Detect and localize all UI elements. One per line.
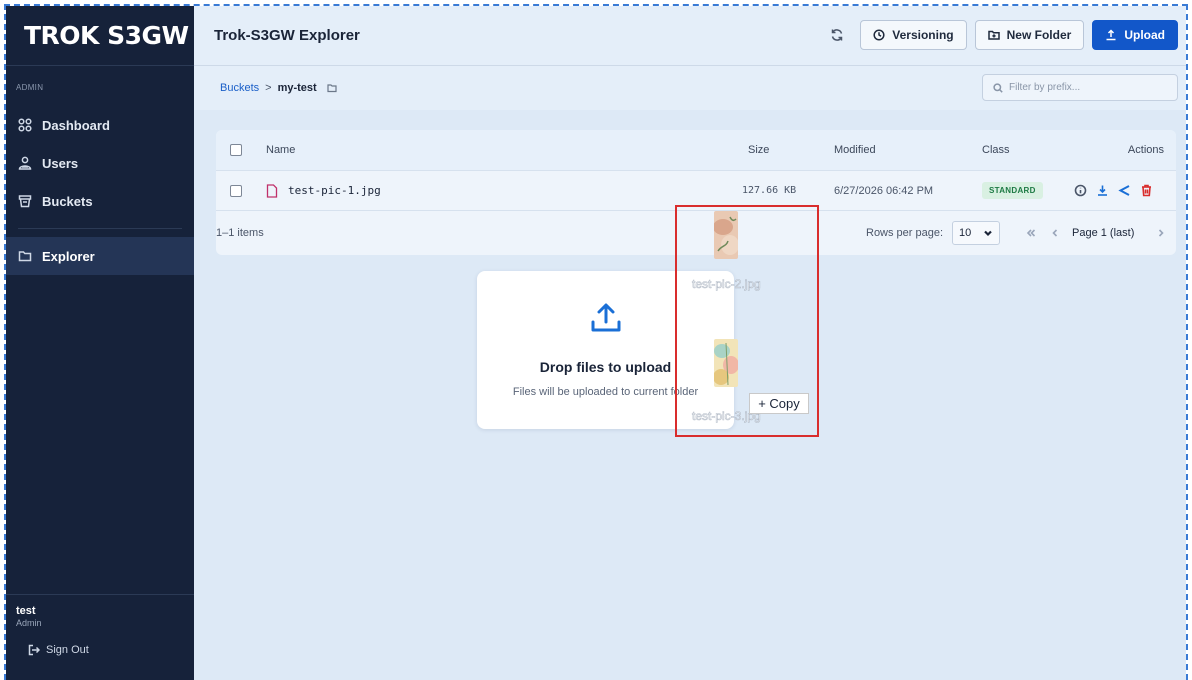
refresh-icon xyxy=(832,29,843,41)
toolbar: Versioning New Folder Upload xyxy=(822,20,1178,50)
sidebar-item-dashboard[interactable]: Dashboard xyxy=(6,106,194,144)
info-icon[interactable] xyxy=(1074,184,1087,197)
upload-button[interactable]: Upload xyxy=(1092,20,1178,50)
dragged-file-thumbnail xyxy=(714,211,738,259)
sign-out-label: Sign Out xyxy=(46,644,89,656)
sidebar-item-label: Explorer xyxy=(42,248,95,264)
copy-drop-indicator: + Copy xyxy=(749,393,809,414)
sidebar-section-label: ADMIN xyxy=(16,83,44,92)
upload-label: Upload xyxy=(1124,28,1165,42)
dragged-file-thumbnail xyxy=(714,339,738,387)
new-folder-label: New Folder xyxy=(1006,28,1072,42)
sidebar-item-label: Dashboard xyxy=(42,117,110,133)
column-actions: Actions xyxy=(1127,144,1164,156)
search-icon xyxy=(993,82,1003,93)
select-all-checkbox[interactable] xyxy=(230,144,242,156)
sidebar-item-label: Users xyxy=(42,155,79,171)
upload-icon xyxy=(591,303,621,332)
brand-logo: TROK S3GW xyxy=(6,6,194,66)
breadcrumb: Buckets > my-test Filter by prefix... xyxy=(194,66,1186,110)
versioning-button[interactable]: Versioning xyxy=(860,20,967,50)
sidebar-item-buckets[interactable]: Buckets xyxy=(6,182,194,220)
upload-icon xyxy=(1106,29,1116,41)
rows-per-page-select[interactable]: 10 xyxy=(952,221,1001,245)
breadcrumb-separator: > xyxy=(265,82,272,94)
sidebar: TROK S3GW ADMIN Dashboard Users Buckets … xyxy=(6,6,194,680)
refresh-button[interactable] xyxy=(822,20,852,50)
user-role: Admin xyxy=(16,618,42,628)
storage-class-badge: STANDARD xyxy=(982,182,1043,199)
new-folder-button[interactable]: New Folder xyxy=(974,20,1085,50)
folder-icon xyxy=(18,251,32,262)
filter-placeholder: Filter by prefix... xyxy=(1009,82,1081,93)
clock-icon xyxy=(873,29,885,41)
column-size[interactable]: Size xyxy=(748,130,769,170)
column-modified[interactable]: Modified xyxy=(834,130,876,170)
column-name[interactable]: Name xyxy=(266,130,295,170)
folder-plus-icon xyxy=(987,30,1000,40)
rows-per-page-label: Rows per page: xyxy=(866,227,944,239)
folder-icon[interactable] xyxy=(327,83,337,93)
filter-input[interactable]: Filter by prefix... xyxy=(982,74,1178,101)
sidebar-item-users[interactable]: Users xyxy=(6,144,194,182)
breadcrumb-current: my-test xyxy=(277,82,317,94)
rows-per-page-value: 10 xyxy=(959,227,972,239)
versioning-label: Versioning xyxy=(892,28,954,42)
row-checkbox[interactable] xyxy=(230,184,242,197)
file-icon xyxy=(266,183,278,198)
page-indicator: Page 1 (last) xyxy=(1072,227,1135,239)
next-page-icon[interactable] xyxy=(1156,228,1166,238)
dragged-file-name: test-pic-2.jpg xyxy=(692,277,761,292)
main-content: Trok-S3GW Explorer Versioning New Folder… xyxy=(194,6,1186,680)
delete-icon[interactable] xyxy=(1140,184,1153,197)
sign-out-icon xyxy=(28,644,40,656)
chevron-down-icon xyxy=(984,230,993,237)
sign-out-button[interactable]: Sign Out xyxy=(6,644,194,656)
app-window: TROK S3GW ADMIN Dashboard Users Buckets … xyxy=(4,4,1188,680)
sidebar-divider xyxy=(18,228,182,229)
column-class[interactable]: Class xyxy=(982,130,1010,170)
first-page-icon[interactable] xyxy=(1026,228,1036,238)
file-modified: 6/27/2026 06:42 PM xyxy=(834,184,934,197)
top-bar: Trok-S3GW Explorer Versioning New Folder… xyxy=(194,6,1186,66)
bucket-icon xyxy=(18,195,32,208)
table-row[interactable]: test-pic-1.jpg 127.66 KB 6/27/2026 06:42… xyxy=(216,170,1176,210)
grid-icon xyxy=(18,118,32,132)
page-title: Trok-S3GW Explorer xyxy=(214,27,360,44)
user-name: test xyxy=(16,605,36,617)
item-count: 1–1 items xyxy=(216,227,264,239)
breadcrumb-buckets-link[interactable]: Buckets xyxy=(220,82,259,94)
share-icon[interactable] xyxy=(1118,184,1131,197)
download-icon[interactable] xyxy=(1096,184,1109,197)
user-panel: test Admin Sign Out xyxy=(6,594,194,680)
sidebar-item-label: Buckets xyxy=(42,193,93,209)
file-name[interactable]: test-pic-1.jpg xyxy=(288,184,381,197)
table-header: Name Size Modified Class Actions xyxy=(216,130,1176,170)
users-icon xyxy=(18,156,32,170)
prev-page-icon[interactable] xyxy=(1050,228,1060,238)
sidebar-item-explorer[interactable]: Explorer xyxy=(6,237,194,275)
